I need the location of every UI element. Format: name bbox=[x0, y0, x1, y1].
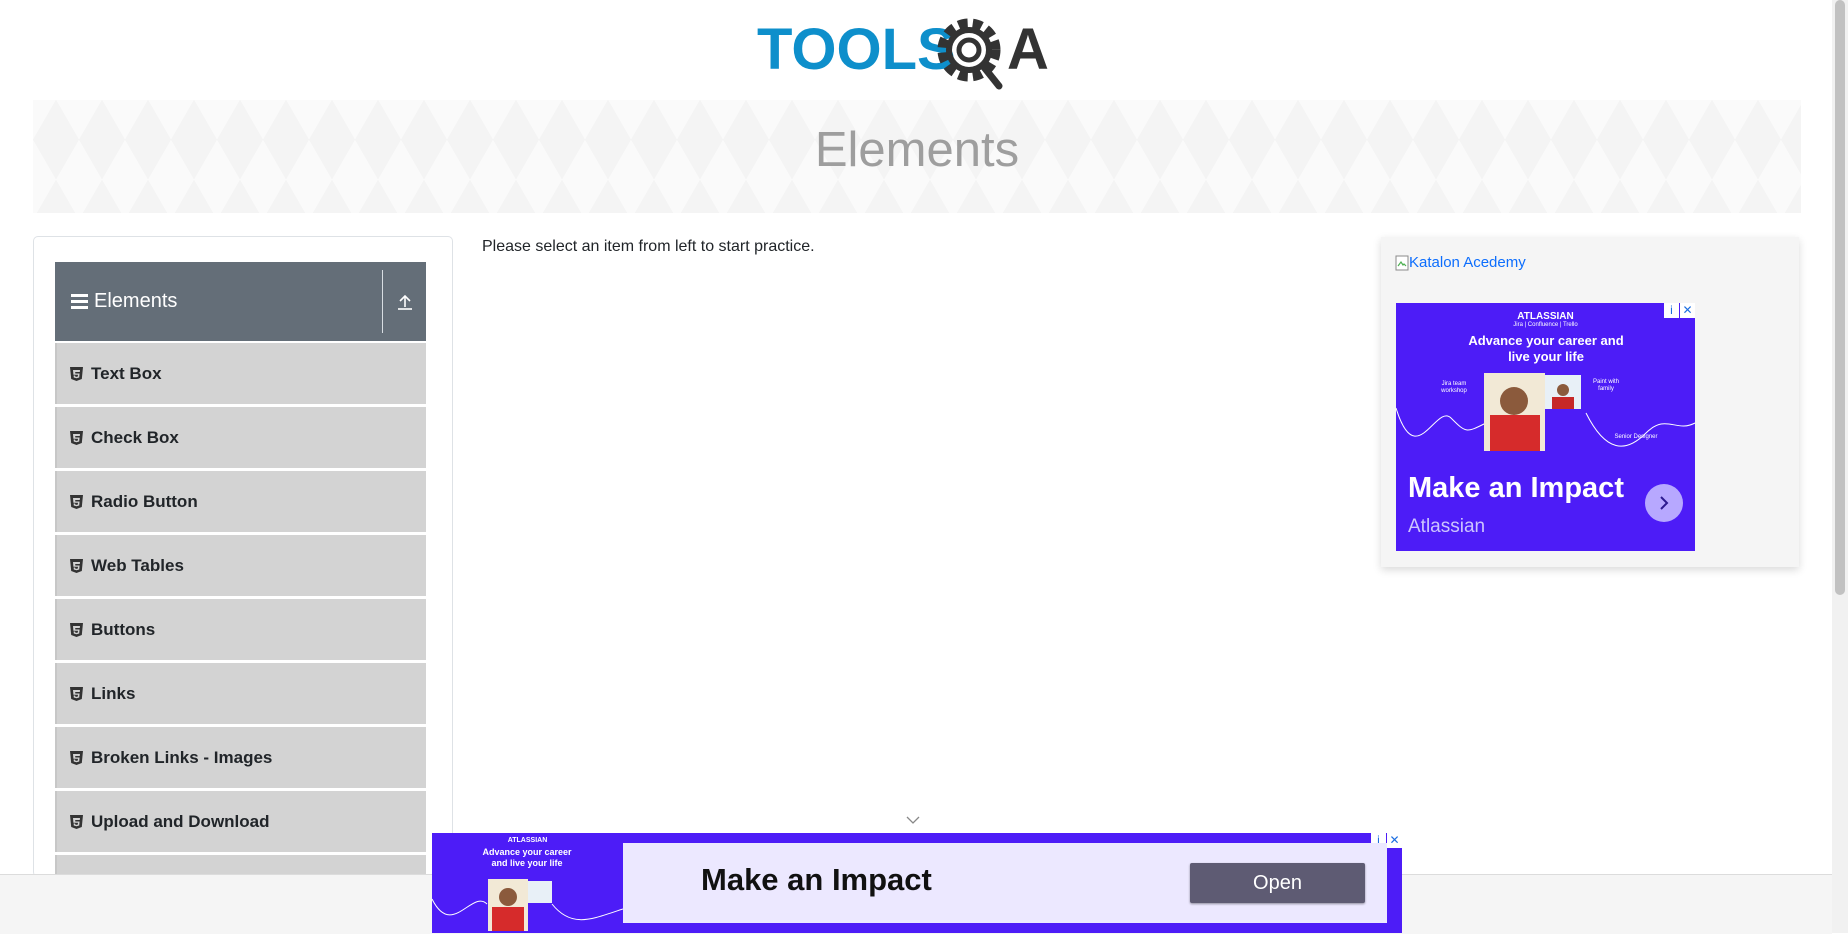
menu-item-radio-button[interactable]: Radio Button bbox=[55, 471, 426, 532]
menu-item-label: Check Box bbox=[91, 427, 179, 447]
vertical-scrollbar[interactable] bbox=[1832, 0, 1848, 933]
page-title: Elements bbox=[814, 123, 1020, 177]
katalon-academy-image-link[interactable]: Katalon Acedemy bbox=[1395, 254, 1526, 271]
menu-item-label: Web Tables bbox=[91, 555, 184, 575]
site-header: TOOLS A bbox=[0, 0, 1832, 100]
menu-item-links[interactable]: Links bbox=[55, 663, 426, 724]
html5-icon bbox=[70, 622, 83, 637]
elements-menu-list: Text Box Check Box Radio Button Web Tabl… bbox=[55, 343, 426, 877]
atlassian-ad[interactable]: i ✕ ATLASSIAN Jira | Confluence | Trello… bbox=[1396, 303, 1695, 551]
ad-headline: Advance your career and live your life bbox=[1468, 333, 1624, 364]
menu-item-upload-download[interactable]: Upload and Download bbox=[55, 791, 426, 852]
ad-illustration bbox=[1396, 373, 1695, 451]
chevron-down-icon[interactable] bbox=[906, 815, 920, 825]
html5-icon bbox=[70, 686, 83, 701]
header-divider bbox=[382, 270, 383, 333]
menu-item-label: Links bbox=[91, 683, 136, 703]
logo-text-a: A bbox=[1007, 17, 1049, 82]
html5-icon bbox=[70, 430, 83, 445]
collapse-up-icon[interactable] bbox=[395, 292, 415, 312]
html5-icon bbox=[70, 750, 83, 765]
broken-image-icon bbox=[1395, 255, 1409, 270]
scrollbar-thumb[interactable] bbox=[1835, 0, 1845, 595]
side-ad-panel: Katalon Acedemy i ✕ ATLASSIAN Jira | Con… bbox=[1381, 237, 1799, 567]
html5-icon bbox=[70, 366, 83, 381]
elements-group-header[interactable]: Elements bbox=[55, 262, 426, 341]
menu-item-label: Broken Links - Images bbox=[91, 747, 273, 767]
ad-brand: ATLASSIAN bbox=[1517, 311, 1574, 322]
bottom-atlassian-ad[interactable]: ATLASSIAN Advance your career and live y… bbox=[432, 833, 1402, 933]
menu-item-check-box[interactable]: Check Box bbox=[55, 407, 426, 468]
ad-close-icon[interactable]: ✕ bbox=[1387, 833, 1402, 848]
menu-item-label: Text Box bbox=[91, 363, 162, 383]
html5-icon bbox=[70, 814, 83, 829]
page-banner: Elements bbox=[33, 100, 1801, 213]
menu-item-label: Radio Button bbox=[91, 491, 198, 511]
left-panel: Elements Text Box Check Box Radio Button… bbox=[33, 236, 453, 877]
chevron-right-icon bbox=[1660, 496, 1669, 510]
group-title: Elements bbox=[94, 290, 178, 312]
bottom-ad-brand: ATLASSIAN bbox=[507, 837, 548, 844]
bottom-ad-headline: Advance your career and live your life bbox=[482, 847, 572, 868]
html5-icon bbox=[70, 494, 83, 509]
logo-text-tools: TOOLS bbox=[757, 17, 956, 82]
ad-title: Make an Impact bbox=[1408, 472, 1624, 504]
menu-item-broken-links[interactable]: Broken Links - Images bbox=[55, 727, 426, 788]
menu-item-label: Upload and Download bbox=[91, 811, 270, 831]
hamburger-icon bbox=[71, 294, 88, 309]
menu-item-text-box[interactable]: Text Box bbox=[55, 343, 426, 404]
html5-icon bbox=[70, 558, 83, 573]
bottom-ad-illustration bbox=[432, 879, 623, 931]
menu-item-buttons[interactable]: Buttons bbox=[55, 599, 426, 660]
image-alt-text: Katalon Acedemy bbox=[1409, 254, 1526, 271]
bottom-ad-panel: Make an Impact Open bbox=[623, 843, 1387, 923]
menu-item-label: Buttons bbox=[91, 619, 156, 639]
intro-text: Please select an item from left to start… bbox=[482, 238, 815, 255]
toolsqa-logo[interactable]: TOOLS A bbox=[757, 14, 1081, 90]
ad-products: Jira | Confluence | Trello bbox=[1513, 322, 1578, 328]
bottom-ad-title: Make an Impact bbox=[701, 862, 932, 897]
ad-subtitle: Atlassian bbox=[1408, 516, 1486, 537]
open-button[interactable]: Open bbox=[1190, 863, 1365, 903]
ad-next-button[interactable] bbox=[1645, 484, 1683, 522]
menu-item-web-tables[interactable]: Web Tables bbox=[55, 535, 426, 596]
